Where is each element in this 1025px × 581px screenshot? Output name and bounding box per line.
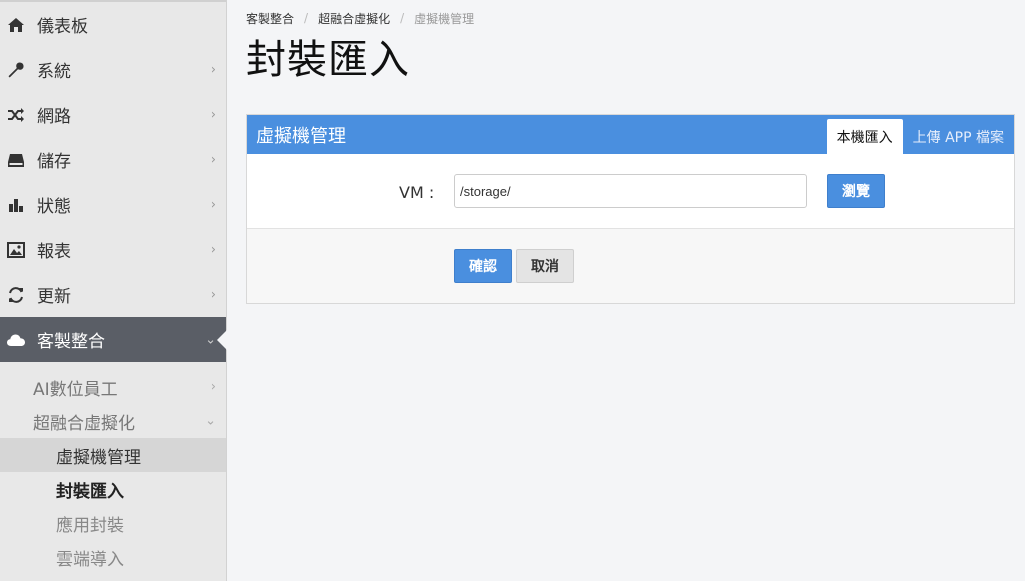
sidebar-item-label: 報表 bbox=[37, 242, 71, 262]
sidebar-subitem-hyperconverged[interactable]: 超融合虛擬化 ⌄ bbox=[0, 404, 226, 438]
cloud-icon bbox=[6, 330, 26, 350]
page-title: 封裝匯入 bbox=[246, 37, 410, 83]
chevron-right-icon: › bbox=[210, 287, 216, 302]
breadcrumb-separator: / bbox=[304, 11, 309, 25]
sidebar-subsubitem-label: 應用封裝 bbox=[56, 515, 124, 536]
sidebar-item-label: 系統 bbox=[37, 62, 71, 82]
confirm-button[interactable]: 確認 bbox=[454, 249, 512, 283]
chevron-right-icon: › bbox=[210, 197, 216, 212]
chevron-down-icon: ⌄ bbox=[205, 332, 216, 347]
vm-path-input[interactable] bbox=[454, 174, 807, 208]
chevron-right-icon: › bbox=[210, 62, 216, 77]
sidebar-item-label: 客製整合 bbox=[37, 332, 105, 352]
sidebar-item-system[interactable]: 系統 › bbox=[0, 47, 226, 92]
sidebar-item-network[interactable]: 網路 › bbox=[0, 92, 226, 137]
refresh-icon bbox=[6, 285, 26, 305]
breadcrumb-item-custom-integration[interactable]: 客製整合 bbox=[246, 10, 294, 27]
sidebar-subsubitem-package-import[interactable]: 封裝匯入 bbox=[0, 472, 226, 506]
breadcrumb: 客製整合 / 超融合虛擬化 / 虛擬機管理 bbox=[246, 0, 1016, 36]
chevron-right-icon: › bbox=[210, 242, 216, 257]
sidebar-subitem-label: AI數位員工 bbox=[33, 379, 118, 400]
sidebar-item-label: 儲存 bbox=[37, 152, 71, 172]
sidebar-item-status[interactable]: 狀態 › bbox=[0, 182, 226, 227]
sidebar-item-label: 狀態 bbox=[37, 197, 71, 217]
import-panel: 虛擬機管理 本機匯入 上傳 APP 檔案 VM : 瀏覽 確認 取消 bbox=[246, 114, 1015, 304]
panel-footer: 確認 取消 bbox=[247, 229, 1014, 303]
sidebar-item-label: 網路 bbox=[37, 107, 71, 127]
breadcrumb-separator: / bbox=[400, 11, 405, 25]
sidebar-subsubitem-label: 雲端導入 bbox=[56, 549, 124, 570]
chevron-right-icon: › bbox=[210, 107, 216, 122]
sidebar-item-reports[interactable]: 報表 › bbox=[0, 227, 226, 272]
sidebar-subitem-label: 超融合虛擬化 bbox=[33, 413, 135, 434]
tab-local-import[interactable]: 本機匯入 bbox=[826, 119, 903, 154]
sidebar: 儀表板 系統 › 網路 › 儲存 › 狀態 › 報表 › 更新 › 客製整合 ⌄… bbox=[0, 0, 227, 581]
panel-title: 虛擬機管理 bbox=[256, 125, 346, 147]
sidebar-subsubitem-label: 虛擬機管理 bbox=[56, 447, 141, 468]
sidebar-item-dashboard[interactable]: 儀表板 bbox=[0, 2, 226, 47]
sidebar-subsubitem-vm-management[interactable]: 虛擬機管理 bbox=[0, 438, 226, 472]
image-icon bbox=[6, 240, 26, 260]
home-icon bbox=[6, 15, 26, 35]
chevron-right-icon: › bbox=[210, 379, 216, 395]
sidebar-item-label: 儀表板 bbox=[37, 17, 88, 37]
panel-header: 虛擬機管理 本機匯入 上傳 APP 檔案 bbox=[247, 115, 1014, 154]
shuffle-icon bbox=[6, 105, 26, 125]
vm-label: VM : bbox=[399, 183, 435, 202]
sidebar-subsubitem-app-package[interactable]: 應用封裝 bbox=[0, 506, 226, 540]
sidebar-item-storage[interactable]: 儲存 › bbox=[0, 137, 226, 182]
storage-icon bbox=[6, 150, 26, 170]
tab-upload-app-file[interactable]: 上傳 APP 檔案 bbox=[903, 119, 1014, 154]
panel-tabs: 本機匯入 上傳 APP 檔案 bbox=[826, 119, 1014, 154]
chevron-right-icon: › bbox=[210, 152, 216, 167]
main-content: 客製整合 / 超融合虛擬化 / 虛擬機管理 封裝匯入 虛擬機管理 本機匯入 上傳… bbox=[246, 0, 1016, 304]
bar-chart-icon bbox=[6, 195, 26, 215]
wrench-icon bbox=[6, 60, 26, 80]
chevron-down-icon: ⌄ bbox=[205, 413, 216, 429]
vm-form-row: VM : 瀏覽 bbox=[247, 154, 1014, 229]
sidebar-item-custom-integration[interactable]: 客製整合 ⌄ bbox=[0, 317, 226, 362]
browse-button[interactable]: 瀏覽 bbox=[827, 174, 885, 208]
sidebar-subitem-ai-employee[interactable]: AI數位員工 › bbox=[0, 370, 226, 404]
breadcrumb-item-current: 虛擬機管理 bbox=[414, 11, 475, 26]
cancel-button[interactable]: 取消 bbox=[516, 249, 574, 283]
sidebar-subsubitem-cloud-import[interactable]: 雲端導入 bbox=[0, 540, 226, 574]
sidebar-item-update[interactable]: 更新 › bbox=[0, 272, 226, 317]
sidebar-item-label: 更新 bbox=[37, 287, 71, 307]
sidebar-subsubitem-label: 封裝匯入 bbox=[56, 481, 124, 502]
breadcrumb-item-hyperconverged[interactable]: 超融合虛擬化 bbox=[318, 10, 390, 27]
